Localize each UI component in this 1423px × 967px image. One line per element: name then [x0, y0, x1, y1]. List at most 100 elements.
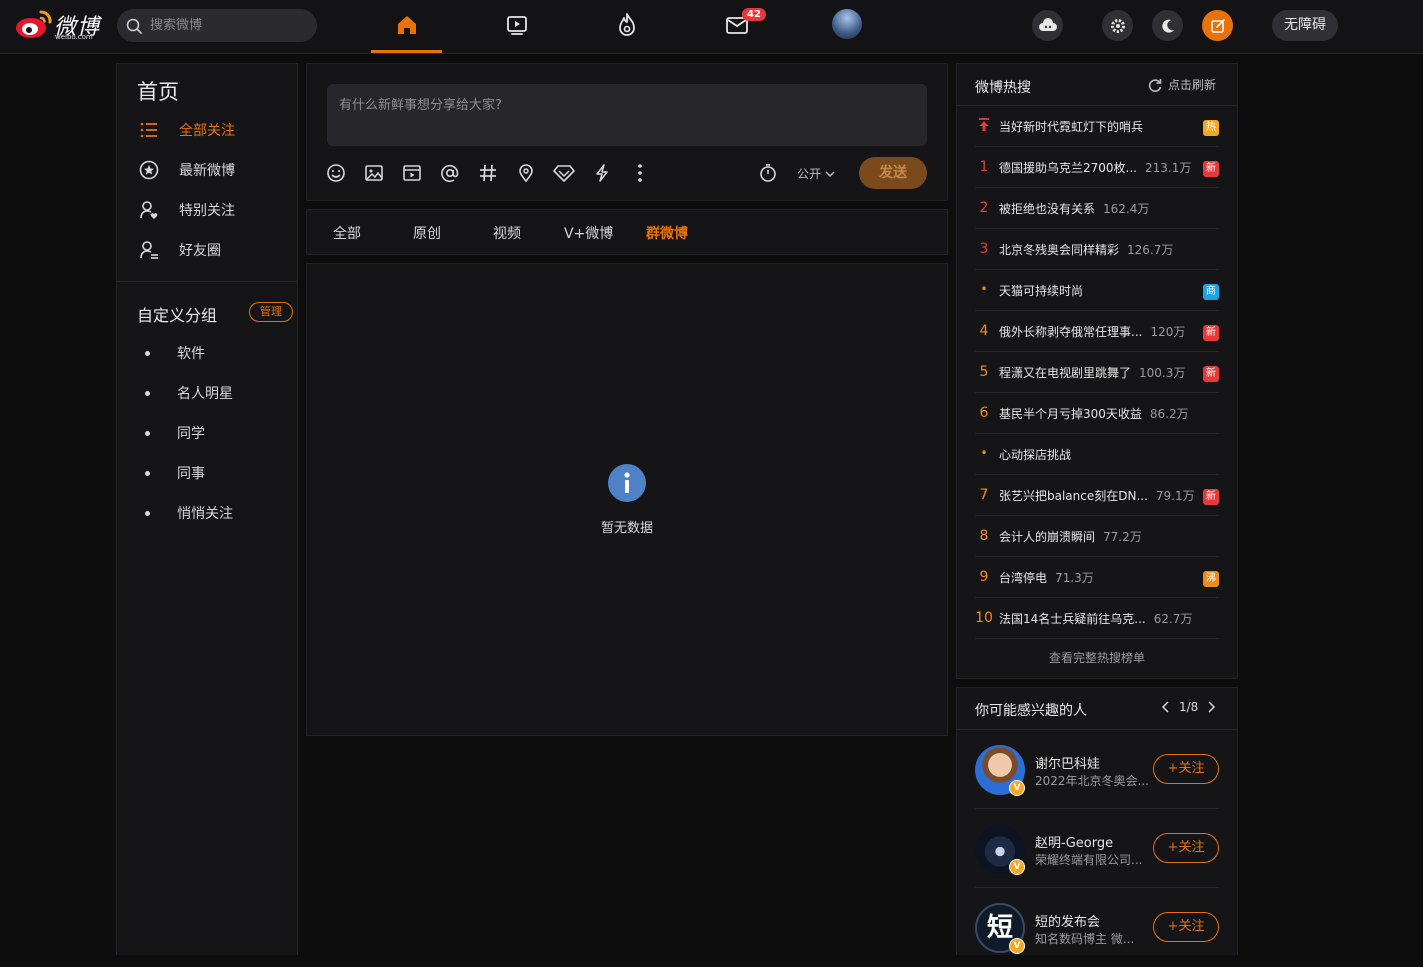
hot-topic: 俄外长称剥夺俄常任理事...: [999, 325, 1143, 339]
hot-search-item[interactable]: 9 台湾停电 71.3万 沸: [975, 557, 1219, 598]
sidebar-item-latest[interactable]: 最新微博: [137, 158, 287, 182]
settings-button[interactable]: [1102, 10, 1133, 41]
nav-hot[interactable]: [609, 10, 645, 40]
verified-badge-icon: V: [1009, 859, 1025, 875]
hot-tag-badge: 新: [1203, 161, 1219, 177]
person-desc: 2022年北京冬奥会...: [1035, 774, 1149, 788]
send-button[interactable]: 发送: [859, 157, 927, 189]
profile-avatar[interactable]: [832, 9, 862, 39]
weibo-logo[interactable]: 微博 weibo.com: [14, 7, 106, 43]
lightning-button[interactable]: [590, 161, 614, 185]
mention-button[interactable]: [438, 161, 462, 185]
dark-mode-button[interactable]: [1152, 10, 1183, 41]
tab-group-weibo[interactable]: 群微博: [646, 223, 688, 243]
image-icon: [365, 165, 383, 181]
suggested-people-title: 你可能感兴趣的人: [975, 703, 1087, 719]
hot-search-item[interactable]: 5 程潇又在电视剧里跳舞了 100.3万 新: [975, 352, 1219, 393]
hot-search-title-text: 张艺兴把balance刻在DN... 79.1万: [999, 487, 1195, 504]
tab-all[interactable]: 全部: [333, 223, 361, 243]
gear-icon: [1110, 18, 1125, 33]
compose-input[interactable]: [327, 84, 927, 146]
hot-search-item[interactable]: 当好新时代霓虹灯下的哨兵 热: [975, 106, 1219, 147]
schedule-button[interactable]: [756, 161, 780, 185]
people-pager: 1/8: [1161, 700, 1216, 714]
edit-icon: [1210, 18, 1225, 33]
group-item[interactable]: 名人明星: [145, 383, 285, 403]
tab-original[interactable]: 原创: [413, 223, 441, 243]
refresh-label: 点击刷新: [1168, 78, 1217, 92]
emoji-button[interactable]: [324, 161, 348, 185]
group-label: 同学: [177, 426, 205, 442]
write-post-button[interactable]: [1202, 10, 1233, 41]
chevron-left-icon[interactable]: [1161, 701, 1171, 713]
group-item[interactable]: 同事: [145, 463, 285, 483]
group-label: 悄悄关注: [177, 506, 233, 522]
home-icon: [398, 16, 416, 34]
person-card: 短 V 短的发布会 知名数码博主 微... +关注: [975, 888, 1219, 967]
hot-search-item[interactable]: • 天猫可持续时尚 商: [975, 270, 1219, 311]
vplus-button[interactable]: [552, 161, 576, 185]
timer-icon: [760, 164, 776, 182]
topic-button[interactable]: [476, 161, 500, 185]
hot-icon: [619, 13, 635, 36]
hot-search-item[interactable]: 8 会计人的崩溃瞬间 77.2万: [975, 516, 1219, 557]
hot-search-title-text: 台湾停电 71.3万: [999, 569, 1094, 586]
group-item[interactable]: 同学: [145, 423, 285, 443]
rank-number: •: [980, 282, 988, 296]
follow-button[interactable]: +关注: [1153, 833, 1219, 863]
person-name[interactable]: 谢尔巴科娃: [1035, 753, 1100, 772]
hot-search-title-text: 心动探店挑战: [999, 446, 1071, 463]
hot-search-item[interactable]: 3 北京冬残奥会同样精彩 126.7万: [975, 229, 1219, 270]
hot-search-item[interactable]: 4 俄外长称剥夺俄常任理事... 120万 新: [975, 311, 1219, 352]
sidebar-item-label: 好友圈: [179, 243, 221, 259]
hot-search-item[interactable]: 1 德国援助乌克兰2700枚... 213.1万新: [975, 147, 1219, 188]
nav-video[interactable]: [499, 10, 535, 40]
visibility-label: 公开: [797, 167, 822, 181]
follow-button[interactable]: +关注: [1153, 754, 1219, 784]
custom-groups-title: 自定义分组: [137, 306, 218, 325]
location-button[interactable]: [514, 161, 538, 185]
nav-home[interactable]: [389, 10, 425, 40]
hot-search-item[interactable]: 2 被拒绝也没有关系 162.4万: [975, 188, 1219, 229]
group-item[interactable]: 悄悄关注: [145, 503, 285, 523]
hot-search-title-text: 俄外长称剥夺俄常任理事... 120万: [999, 323, 1185, 340]
ai-assistant-button[interactable]: [1032, 10, 1063, 41]
view-full-hot-list-link[interactable]: 查看完整热搜榜单: [957, 649, 1237, 666]
hot-search-item[interactable]: 10 法国14名士兵疑前往乌克... 62.7万: [975, 598, 1219, 639]
bullet: [145, 390, 150, 396]
hot-topic: 当好新时代霓虹灯下的哨兵: [999, 120, 1144, 134]
sidebar-item-special-follow[interactable]: 特别关注: [137, 198, 287, 222]
hot-search-title-text: 程潇又在电视剧里跳舞了 100.3万: [999, 364, 1185, 381]
hot-count: 77.2万: [1103, 530, 1142, 544]
tab-video[interactable]: 视频: [493, 223, 521, 243]
person-name[interactable]: 赵明-George: [1035, 832, 1113, 851]
diamond-icon: [553, 165, 575, 182]
image-button[interactable]: [362, 161, 386, 185]
chevron-right-icon[interactable]: [1206, 701, 1216, 713]
hot-search-item[interactable]: • 心动探店挑战: [975, 434, 1219, 475]
person-desc: 知名数码博主 微...: [1035, 932, 1135, 946]
hot-search-title-text: 会计人的崩溃瞬间 77.2万: [999, 528, 1142, 545]
video-upload-button[interactable]: [400, 161, 424, 185]
verified-badge-icon: V: [1009, 780, 1025, 796]
hot-tag-badge: 沸: [1203, 571, 1219, 587]
info-icon: [608, 464, 646, 502]
search-box[interactable]: [117, 9, 317, 42]
sidebar-item-all-follow[interactable]: 全部关注: [137, 118, 287, 142]
more-button[interactable]: [628, 161, 652, 185]
hot-search-item[interactable]: 6 基民半个月亏掉300天收益 86.2万: [975, 393, 1219, 434]
divider: [117, 281, 297, 282]
search-input[interactable]: [150, 9, 310, 42]
hot-count: 71.3万: [1055, 571, 1094, 585]
refresh-button[interactable]: 点击刷新: [1147, 76, 1216, 93]
person-name[interactable]: 短的发布会: [1035, 911, 1100, 930]
manage-groups-button[interactable]: 管理: [249, 302, 293, 322]
accessibility-button[interactable]: 无障碍: [1272, 10, 1338, 41]
group-item[interactable]: 软件: [145, 343, 285, 363]
visibility-dropdown[interactable]: 公开: [797, 165, 835, 182]
sidebar-item-friends[interactable]: 好友圈: [137, 238, 287, 262]
hot-search-item[interactable]: 7 张艺兴把balance刻在DN... 79.1万新: [975, 475, 1219, 516]
follow-button[interactable]: +关注: [1153, 912, 1219, 942]
tab-vplus[interactable]: V+微博: [564, 223, 613, 243]
sidebar-item-label: 特别关注: [179, 203, 235, 219]
